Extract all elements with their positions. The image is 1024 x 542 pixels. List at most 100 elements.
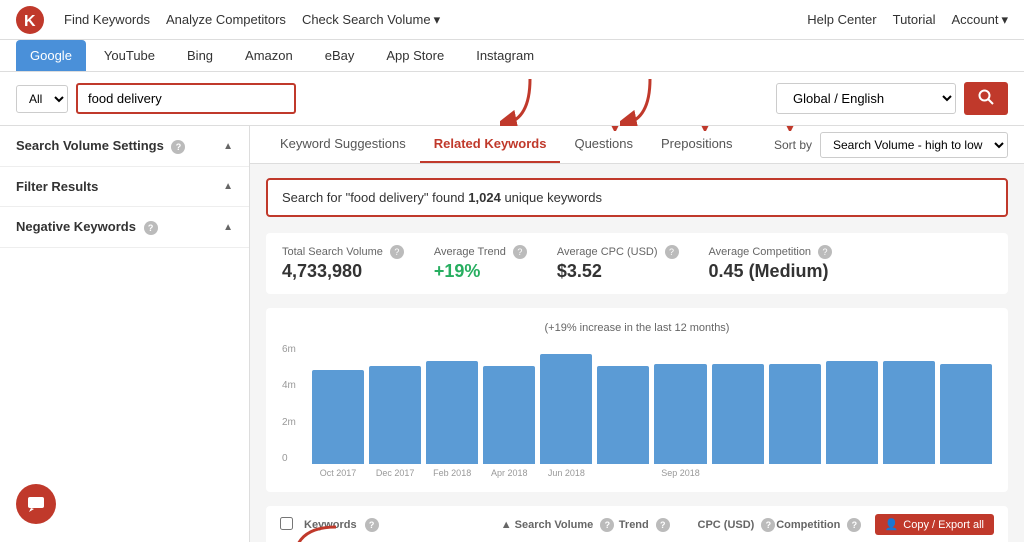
find-keywords-nav[interactable]: Find Keywords: [64, 12, 150, 28]
sidebar-search-volume-header[interactable]: Search Volume Settings ? ▲: [0, 126, 249, 166]
check-search-volume-nav[interactable]: Check Search Volume ▾: [302, 12, 440, 28]
help-icon-trend-col[interactable]: ?: [656, 518, 670, 532]
stat-average-trend: Average Trend ? +19%: [434, 245, 527, 282]
platform-tabs: Google YouTube Bing Amazon eBay App Stor…: [0, 40, 1024, 72]
sidebar-section-filter: Filter Results ▲: [0, 167, 249, 207]
help-icon-total-volume[interactable]: ?: [390, 245, 404, 259]
chart-bar-8: [769, 364, 821, 464]
analyze-competitors-nav[interactable]: Analyze Competitors: [166, 12, 286, 28]
help-icon-keywords-col[interactable]: ?: [365, 518, 379, 532]
tab-related-keywords[interactable]: Related Keywords: [420, 126, 561, 163]
tutorial-link[interactable]: Tutorial: [893, 12, 936, 27]
sub-tabs: Keyword Suggestions Related Keywords Que…: [250, 126, 1024, 164]
chart-x-label-5: [597, 468, 649, 478]
help-icon-trend[interactable]: ?: [513, 245, 527, 259]
main-layout: Search Volume Settings ? ▲ Filter Result…: [0, 126, 1024, 542]
tab-appstore[interactable]: App Store: [372, 40, 458, 71]
sort-controls: Sort by Search Volume - high to low: [774, 132, 1008, 158]
tab-ebay[interactable]: eBay: [311, 40, 369, 71]
stat-value-competition: 0.45 (Medium): [709, 261, 833, 282]
arrow-prepositions-icon: [765, 126, 815, 131]
help-center-link[interactable]: Help Center: [807, 12, 876, 27]
locale-dropdown[interactable]: Global / English: [776, 83, 956, 114]
chart-x-label-extra-11: [940, 468, 992, 478]
svg-text:K: K: [24, 13, 36, 30]
sidebar-filter-header[interactable]: Filter Results ▲: [0, 167, 249, 206]
chart-x-label-6: Sep 2018: [654, 468, 706, 478]
account-link[interactable]: Account ▾: [951, 12, 1008, 28]
tab-prepositions[interactable]: Prepositions: [647, 126, 747, 163]
tab-amazon[interactable]: Amazon: [231, 40, 307, 71]
search-input[interactable]: [76, 83, 296, 114]
table-header: Keywords ? ▲ Search Volume ? Trend ? CPC…: [266, 506, 1008, 542]
dropdown-arrow-icon: ▾: [434, 12, 441, 28]
chevron-up-icon: ▲: [223, 141, 233, 152]
chat-icon: [26, 494, 46, 514]
top-nav-right: Help Center Tutorial Account ▾: [807, 12, 1008, 28]
chart-bar-0: [312, 370, 364, 464]
chart-wrapper: 6m 4m 2m 0: [282, 344, 992, 464]
account-dropdown-icon: ▾: [1001, 12, 1008, 28]
chart-bar-7: [712, 364, 764, 464]
result-count: 1,024: [468, 190, 501, 205]
stat-average-competition: Average Competition ? 0.45 (Medium): [709, 245, 833, 282]
tab-google[interactable]: Google: [16, 40, 86, 71]
tab-questions[interactable]: Questions: [560, 126, 647, 163]
chart-bar-5: [597, 366, 649, 464]
col-volume-header: ▲ Search Volume ?: [501, 518, 619, 532]
sidebar-negative-keywords-header[interactable]: Negative Keywords ? ▲: [0, 207, 249, 247]
chart-x-axis: Oct 2017Dec 2017Feb 2018Apr 2018Jun 2018…: [282, 468, 992, 478]
main-nav: Find Keywords Analyze Competitors Check …: [64, 12, 440, 28]
arrow-search-icon: [620, 74, 680, 129]
result-suffix: unique keywords: [501, 190, 602, 205]
col-keyword-header: Keywords ?: [304, 518, 501, 532]
tab-bing[interactable]: Bing: [173, 40, 227, 71]
help-icon-competition-col[interactable]: ?: [847, 518, 861, 532]
chart-x-label-2: Feb 2018: [426, 468, 478, 478]
help-icon-search-volume[interactable]: ?: [171, 140, 185, 154]
chart-title: (+19% increase in the last 12 months): [282, 322, 992, 334]
sidebar-section-search-volume: Search Volume Settings ? ▲: [0, 126, 249, 167]
tab-keyword-suggestions[interactable]: Keyword Suggestions: [266, 126, 420, 163]
help-icon-cpc[interactable]: ?: [665, 245, 679, 259]
top-nav-left: K Find Keywords Analyze Competitors Chec…: [16, 6, 440, 34]
sort-asc-icon: ▲: [501, 519, 512, 531]
chart-x-label-extra-9: [826, 468, 878, 478]
select-all-checkbox[interactable]: [280, 517, 293, 530]
chevron-up-icon-neg: ▲: [223, 222, 233, 233]
stat-value-trend: +19%: [434, 261, 527, 282]
sort-dropdown[interactable]: Search Volume - high to low: [820, 132, 1008, 158]
chart-bar-3: [483, 366, 535, 464]
person-icon: 👤: [885, 518, 899, 531]
chart-bar-10: [883, 361, 935, 464]
stat-value-cpc: $3.52: [557, 261, 679, 282]
help-icon-cpc-col[interactable]: ?: [761, 518, 775, 532]
chart-x-label-extra-10: [883, 468, 935, 478]
top-nav: K Find Keywords Analyze Competitors Chec…: [0, 0, 1024, 40]
sort-label: Sort by: [774, 138, 812, 152]
stats-row: Total Search Volume ? 4,733,980 Average …: [266, 233, 1008, 294]
col-cpc-header: CPC (USD) ?: [698, 518, 777, 532]
logo-icon: K: [16, 6, 44, 34]
chat-button[interactable]: [16, 484, 56, 524]
chart-x-label-extra-7: [712, 468, 764, 478]
copy-export-button[interactable]: 👤 Copy / Export all: [875, 514, 994, 535]
chart-bars: [282, 344, 992, 464]
results-area: Search for "food delivery" found 1,024 u…: [250, 164, 1024, 542]
chevron-up-icon-filter: ▲: [223, 181, 233, 192]
chart-x-label-extra-8: [769, 468, 821, 478]
search-type-dropdown[interactable]: All: [16, 85, 68, 113]
chart-x-label-3: Apr 2018: [483, 468, 535, 478]
col-trend-header: Trend ?: [619, 518, 698, 532]
help-icon-volume-col[interactable]: ?: [600, 518, 614, 532]
chart-x-label-0: Oct 2017: [312, 468, 364, 478]
chart-container: (+19% increase in the last 12 months) 6m…: [266, 308, 1008, 492]
search-icon: [978, 89, 994, 105]
col-check: [280, 517, 304, 533]
results-table: Keywords ? ▲ Search Volume ? Trend ? CPC…: [266, 506, 1008, 542]
tab-youtube[interactable]: YouTube: [90, 40, 169, 71]
help-icon-competition[interactable]: ?: [818, 245, 832, 259]
tab-instagram[interactable]: Instagram: [462, 40, 548, 71]
help-icon-negative-keywords[interactable]: ?: [144, 221, 158, 235]
search-button[interactable]: [964, 82, 1008, 115]
